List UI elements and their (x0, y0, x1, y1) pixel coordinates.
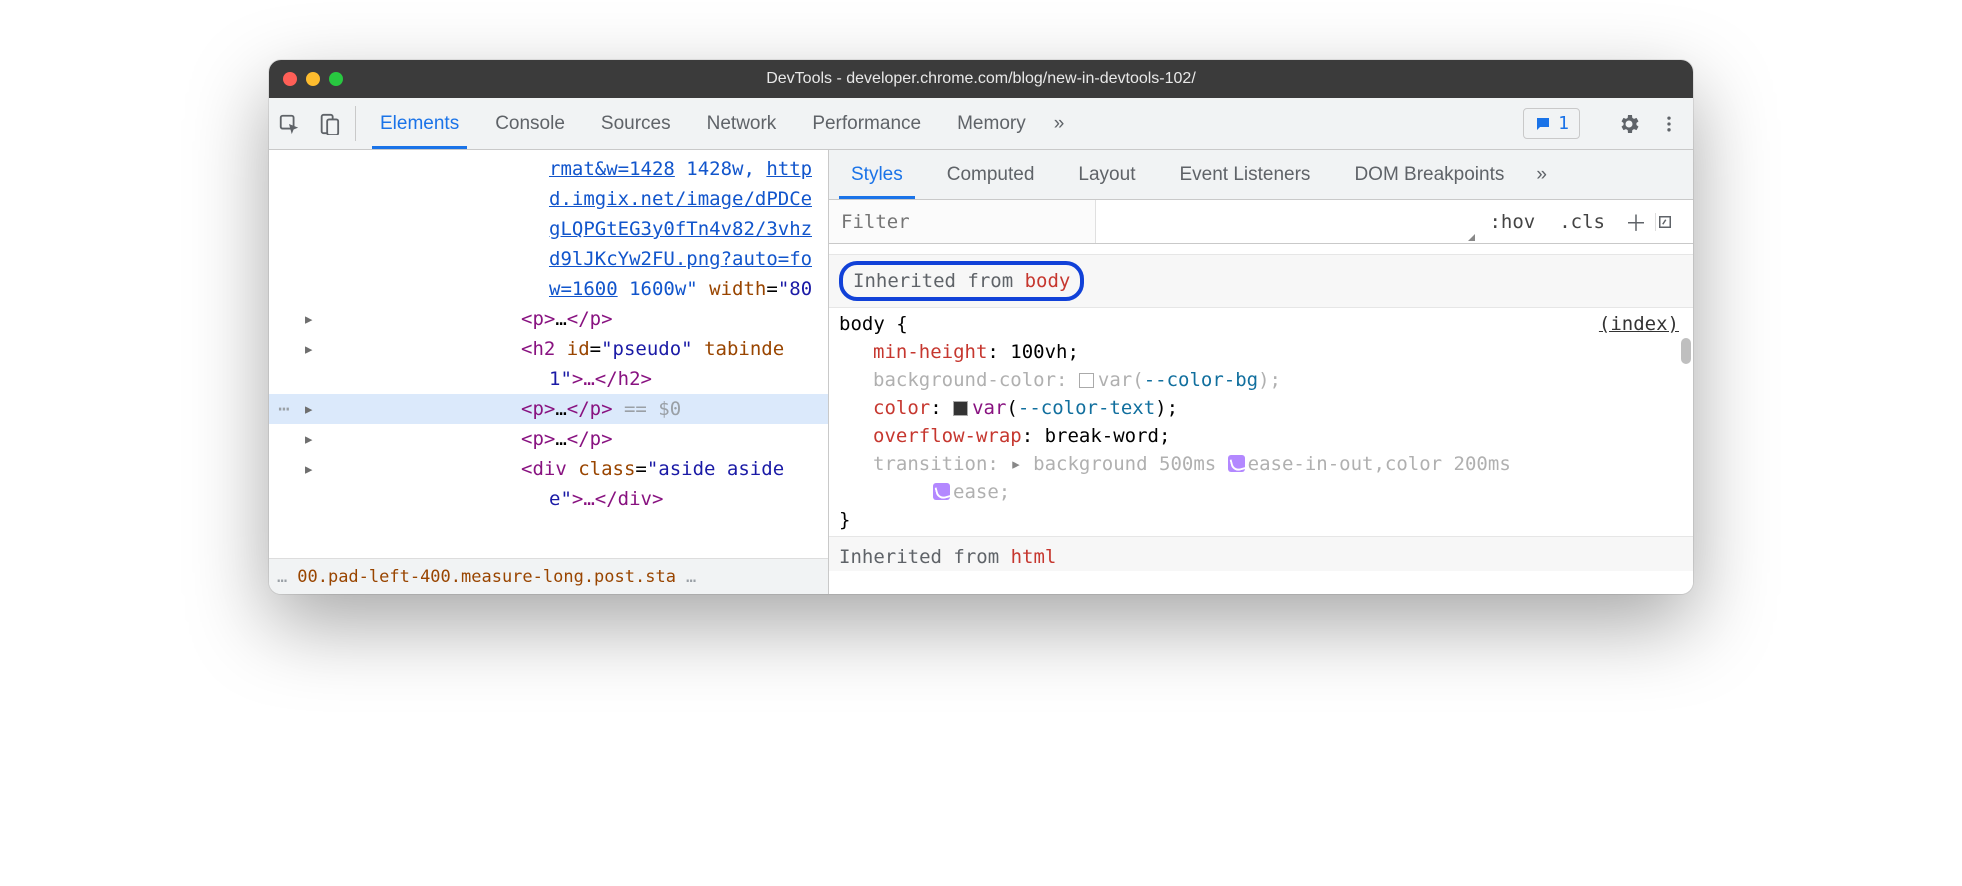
tab-computed[interactable]: Computed (925, 150, 1057, 199)
dom-tag: <p> (521, 308, 555, 330)
tab-styles[interactable]: Styles (829, 150, 925, 199)
breadcrumb-prev[interactable]: … (277, 567, 297, 587)
tab-layout[interactable]: Layout (1056, 150, 1157, 199)
inherited-from-header[interactable]: Inherited from body (829, 254, 1693, 308)
feedback-button[interactable]: 1 (1523, 108, 1580, 139)
scrollbar-thumb[interactable] (1681, 338, 1691, 364)
breadcrumb-next[interactable]: … (676, 567, 706, 587)
tab-console[interactable]: Console (477, 98, 583, 149)
tab-dom-breakpoints[interactable]: DOM Breakpoints (1332, 150, 1526, 199)
tab-network[interactable]: Network (689, 98, 795, 149)
dom-text: d.imgix.net/image/dPDCe (549, 188, 812, 210)
new-style-rule-icon[interactable]: ＋ (1617, 206, 1655, 238)
css-property[interactable]: transition: ▸ background 500ms ease-in-o… (839, 450, 1679, 506)
color-swatch-icon[interactable] (1079, 373, 1094, 388)
main-tabs: Elements Console Sources Network Perform… (362, 98, 1074, 149)
sidebar-tabs: Styles Computed Layout Event Listeners D… (829, 150, 1693, 200)
inherited-from-header[interactable]: Inherited from html (829, 536, 1693, 571)
dom-text: w=1600 (549, 278, 618, 300)
css-property[interactable]: color: var(--color-text); (839, 394, 1679, 422)
styles-filter-bar: :hov .cls ＋ (829, 200, 1693, 244)
inherited-label: Inherited from (839, 546, 1011, 568)
expand-ellipsis-icon[interactable]: ⋯ (269, 394, 299, 424)
rule-source-link[interactable]: (index) (1599, 310, 1679, 338)
dom-text: "80 (778, 278, 812, 300)
tab-event-listeners[interactable]: Event Listeners (1157, 150, 1332, 199)
selected-marker: == $0 (613, 398, 682, 420)
css-property[interactable]: overflow-wrap: break-word; (839, 422, 1679, 450)
color-swatch-icon[interactable] (953, 401, 968, 416)
css-property[interactable]: min-height: 100vh; (839, 338, 1679, 366)
breadcrumb[interactable]: … 00.pad-left-400.measure-long.post.sta … (269, 558, 828, 594)
settings-icon[interactable] (1617, 112, 1641, 136)
easing-icon[interactable] (933, 483, 950, 500)
css-property[interactable]: background-color: var(--color-bg); (839, 366, 1679, 394)
css-rule: (index) body { min-height: 100vh; backgr… (829, 308, 1693, 536)
dom-text: 1428w, (675, 158, 767, 180)
dom-text: gLQPGtEG3y0fTn4v82/3vhz (549, 218, 812, 240)
dom-tag: <h2 (521, 338, 567, 360)
dom-selected-row[interactable]: ⋯ ▸<p>…</p> == $0 (269, 394, 828, 424)
hov-toggle[interactable]: :hov (1477, 211, 1547, 233)
dom-text: rmat&w=1428 (549, 158, 675, 180)
dom-tree[interactable]: rmat&w=1428 1428w, http d.imgix.net/imag… (269, 150, 828, 558)
dom-text: 1600w" (618, 278, 698, 300)
tab-memory[interactable]: Memory (939, 98, 1044, 149)
window-title: DevTools - developer.chrome.com/blog/new… (269, 70, 1693, 88)
filter-input[interactable] (829, 200, 1096, 243)
styles-pane: Styles Computed Layout Event Listeners D… (829, 150, 1693, 594)
more-tabs-button[interactable]: » (1044, 98, 1075, 149)
inherited-selector: body (1025, 270, 1071, 292)
device-toolbar-icon[interactable] (309, 98, 349, 149)
highlight-annotation: Inherited from body (839, 261, 1084, 301)
inherited-selector: html (1011, 546, 1057, 568)
feedback-count: 1 (1558, 113, 1569, 134)
rendering-emulations-icon[interactable] (1655, 213, 1693, 231)
more-sidebar-tabs[interactable]: » (1526, 150, 1557, 199)
tab-performance[interactable]: Performance (794, 98, 939, 149)
dom-text: http (766, 158, 812, 180)
easing-icon[interactable] (1228, 455, 1245, 472)
dom-text: width (698, 278, 767, 300)
titlebar: DevTools - developer.chrome.com/blog/new… (269, 60, 1693, 98)
elements-pane: rmat&w=1428 1428w, http d.imgix.net/imag… (269, 150, 829, 594)
breadcrumb-text: 00.pad-left-400.measure-long.post.sta (297, 567, 676, 587)
main-toolbar: Elements Console Sources Network Perform… (269, 98, 1693, 150)
cls-toggle[interactable]: .cls (1547, 211, 1617, 233)
tab-elements[interactable]: Elements (362, 98, 477, 149)
rule-close: } (839, 509, 850, 531)
styles-content[interactable]: Inherited from body (index) body { min-h… (829, 244, 1693, 594)
inspect-element-icon[interactable] (269, 98, 309, 149)
tab-sources[interactable]: Sources (583, 98, 689, 149)
toolbar-right: 1 (1523, 98, 1693, 149)
dom-text: d9lJKcYw2FU.png?auto=fo (549, 248, 812, 270)
inherited-label: Inherited from (853, 270, 1025, 292)
devtools-window: DevTools - developer.chrome.com/blog/new… (269, 60, 1693, 594)
separator (355, 106, 356, 141)
rule-selector[interactable]: body (839, 313, 885, 335)
kebab-menu-icon[interactable] (1659, 114, 1679, 134)
